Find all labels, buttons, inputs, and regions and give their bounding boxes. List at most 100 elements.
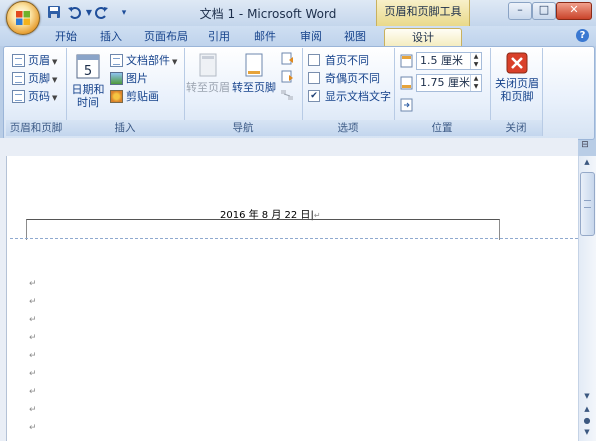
goto-header-label: 转至页眉 <box>186 81 230 94</box>
scroll-grip <box>584 200 591 208</box>
odd-even-different-checkbox[interactable]: 奇偶页不同 <box>308 70 380 88</box>
customize-qat-icon[interactable]: ▾ <box>116 5 132 21</box>
checkmark-icon: ✔ <box>308 90 320 102</box>
date-time-button[interactable]: 5 日期和 时间 <box>68 52 108 109</box>
paragraph-mark: ↵ <box>29 297 37 307</box>
group-label-navigation: 导航 <box>184 120 302 136</box>
picture-button[interactable]: 图片 <box>110 70 148 88</box>
group-header-footer: 页眉 ▼ 页脚 ▼ 页码 ▼ 页眉和页脚 <box>6 48 67 136</box>
group-insert: 5 日期和 时间 文档部件 ▼ 图片 剪贴画 插入 <box>66 48 185 136</box>
help-icon[interactable]: ? <box>576 29 589 42</box>
group-close: 关闭页眉 和页脚 关闭 <box>490 48 543 136</box>
footer-button[interactable]: 页脚 ▼ <box>12 70 57 88</box>
footer-from-bottom-value: 1.75 厘米 <box>420 76 470 89</box>
close-button[interactable]: ✕ <box>556 2 592 20</box>
header-from-top-value: 1.5 厘米 <box>420 54 463 67</box>
tab-page-layout[interactable]: 页面布局 <box>138 28 194 46</box>
svg-text:5: 5 <box>84 64 92 79</box>
paragraph-mark: ↵ <box>29 387 37 397</box>
scroll-down-arrow-icon[interactable]: ▼ <box>580 392 594 403</box>
window-title: 文档 1 - Microsoft Word <box>199 7 337 21</box>
group-navigation: 转至页眉 转至页脚 导航 <box>184 48 303 136</box>
quick-parts-button[interactable]: 文档部件 ▼ <box>110 52 177 70</box>
close-red-x-icon <box>506 52 528 74</box>
scroll-up-arrow-icon[interactable]: ▲ <box>580 158 594 170</box>
header-button[interactable]: 页眉 ▼ <box>12 52 57 70</box>
office-button[interactable] <box>6 1 40 35</box>
group-label-insert: 插入 <box>66 120 184 136</box>
ruler-toggle-icon[interactable]: ⊟ <box>578 140 592 152</box>
save-icon[interactable] <box>46 5 62 21</box>
header-position-icon <box>400 54 414 68</box>
page-number-button[interactable]: 页码 ▼ <box>12 88 57 106</box>
footer-position-icon <box>400 76 414 90</box>
group-label-options: 选项 <box>302 120 394 136</box>
paragraph-mark: ↵ <box>29 333 37 343</box>
picture-label: 图片 <box>126 72 148 85</box>
goto-footer-button[interactable]: 转至页脚 <box>232 52 276 94</box>
paragraph-mark: ↵ <box>29 369 37 379</box>
first-page-different-checkbox[interactable]: 首页不同 <box>308 52 369 70</box>
paragraph-mark: ↵ <box>29 405 37 415</box>
paragraph-mark: ↵ <box>29 351 37 361</box>
page-number-button-label: 页码 <box>28 90 50 103</box>
close-header-footer-button[interactable]: 关闭页眉 和页脚 <box>492 52 542 103</box>
tab-references[interactable]: 引用 <box>200 28 238 46</box>
checkbox-box <box>308 72 320 84</box>
group-label-header-footer: 页眉和页脚 <box>6 120 66 136</box>
date-time-label-line2: 时间 <box>77 96 99 109</box>
select-browse-object-icon[interactable]: ● <box>580 416 594 427</box>
next-page-icon[interactable]: ▼ <box>580 428 594 439</box>
checkbox-box <box>308 54 320 66</box>
goto-footer-icon <box>245 53 263 77</box>
spinner-arrows-icon[interactable]: ▲ ▼ <box>470 75 481 91</box>
tab-view[interactable]: 视图 <box>336 28 374 46</box>
goto-footer-label: 转至页脚 <box>232 81 276 94</box>
group-label-close: 关闭 <box>490 120 542 136</box>
clip-art-icon <box>110 89 123 103</box>
scroll-thumb[interactable] <box>580 172 595 236</box>
minimize-button[interactable]: – <box>508 2 532 20</box>
tab-mailings[interactable]: 邮件 <box>246 28 284 46</box>
clip-art-button[interactable]: 剪贴画 <box>110 88 159 106</box>
odd-even-different-label: 奇偶页不同 <box>325 72 380 85</box>
goto-header-button[interactable]: 转至页眉 <box>186 52 230 94</box>
redo-icon[interactable] <box>94 5 110 21</box>
group-position: 1.5 厘米 ▲ ▼ 1.75 厘米 ▲ ▼ 位置 <box>394 48 491 136</box>
footer-from-bottom-spinner[interactable]: 1.75 厘米 ▲ ▼ <box>416 74 482 92</box>
header-table <box>26 219 500 240</box>
show-document-text-checkbox[interactable]: ✔ 显示文档文字 <box>308 88 391 106</box>
tab-design[interactable]: 设计 <box>384 28 462 47</box>
header-from-top-spinner[interactable]: 1.5 厘米 ▲ ▼ <box>416 52 482 70</box>
insert-alignment-tab-icon[interactable] <box>400 98 414 112</box>
show-document-text-label: 显示文档文字 <box>325 90 391 103</box>
document-page[interactable] <box>6 156 579 441</box>
close-header-footer-label-line1: 关闭页眉 <box>495 77 539 90</box>
dropdown-arrow-icon: ▼ <box>52 76 58 84</box>
office-logo-icon <box>16 11 30 25</box>
link-to-previous-icon[interactable] <box>280 88 294 102</box>
undo-icon[interactable] <box>66 5 82 21</box>
dropdown-arrow-icon: ▼ <box>52 58 58 66</box>
group-label-position: 位置 <box>394 120 490 136</box>
quick-parts-icon <box>110 53 123 67</box>
tab-home[interactable]: 开始 <box>46 28 86 46</box>
spinner-arrows-icon[interactable]: ▲ ▼ <box>470 53 481 69</box>
paragraph-mark: ↵ <box>29 315 37 325</box>
footer-button-label: 页脚 <box>28 72 50 85</box>
context-tab-title: 页眉和页脚工具 <box>376 0 470 26</box>
previous-section-icon[interactable] <box>280 52 294 66</box>
header-boundary-line <box>10 238 578 239</box>
date-time-label-line1: 日期和 <box>71 83 105 96</box>
tab-insert[interactable]: 插入 <box>92 28 130 46</box>
group-options: 首页不同 奇偶页不同 ✔ 显示文档文字 选项 <box>302 48 395 136</box>
header-icon <box>12 53 25 67</box>
clip-art-label: 剪贴画 <box>126 90 159 103</box>
next-section-icon[interactable] <box>280 70 294 84</box>
paragraph-mark: ↵ <box>29 279 37 289</box>
page-number-icon <box>12 89 25 103</box>
previous-page-icon[interactable]: ▲ <box>580 405 594 416</box>
quick-parts-label: 文档部件 <box>126 54 170 67</box>
maximize-button[interactable]: □ <box>532 2 556 20</box>
tab-review[interactable]: 审阅 <box>292 28 330 46</box>
